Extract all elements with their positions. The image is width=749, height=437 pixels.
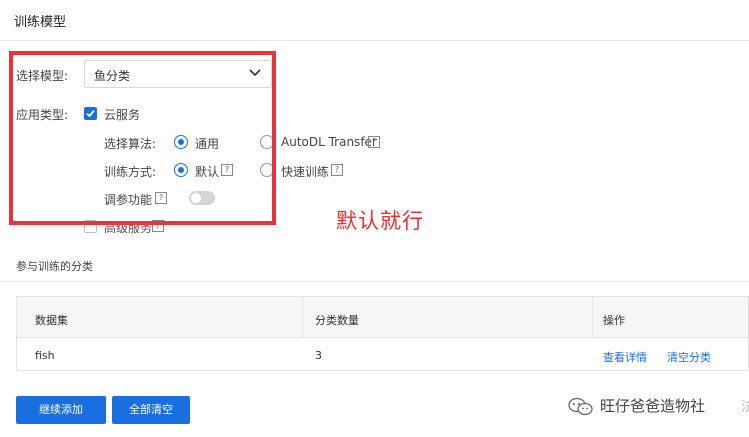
table-header: 数据集 分类数量 操作 [17,297,748,338]
annotation-note: 默认就行 [336,209,424,233]
table-cell-count: 3 [315,349,322,362]
section-title: 参与训练的分类 [16,260,93,273]
clear-classes-link[interactable]: 清空分类 [667,349,711,365]
column-header-actions: 操作 [603,314,625,327]
column-header-dataset: 数据集 [35,314,68,327]
column-header-count: 分类数量 [315,314,359,327]
section-divider [0,281,749,282]
continue-add-button[interactable]: 继续添加 [16,396,106,424]
algorithm-option-autodl: AutoDL Transfer [281,135,377,149]
help-icon[interactable]: ? [331,164,343,176]
clear-all-button[interactable]: 全部清空 [112,396,190,424]
classes-table: 数据集 分类数量 操作 fish 3 查看详情 清空分类 [16,296,749,371]
cropped-edge-text: 法 [741,400,749,415]
help-icon[interactable]: ? [368,136,380,148]
view-details-link[interactable]: 查看详情 [603,349,647,365]
annotation-highlight-box [9,51,276,225]
column-divider [592,297,593,337]
wechat-icon [568,397,593,415]
column-divider [302,297,303,337]
method-option-fast: 快速训练 [281,165,330,179]
watermark-text: 旺仔爸爸造物社 [600,397,706,415]
watermark: 旺仔爸爸造物社 [568,395,705,417]
table-cell-dataset: fish [35,349,55,362]
page-header: 训练模型 [0,0,749,41]
page-title: 训练模型 [14,15,67,30]
